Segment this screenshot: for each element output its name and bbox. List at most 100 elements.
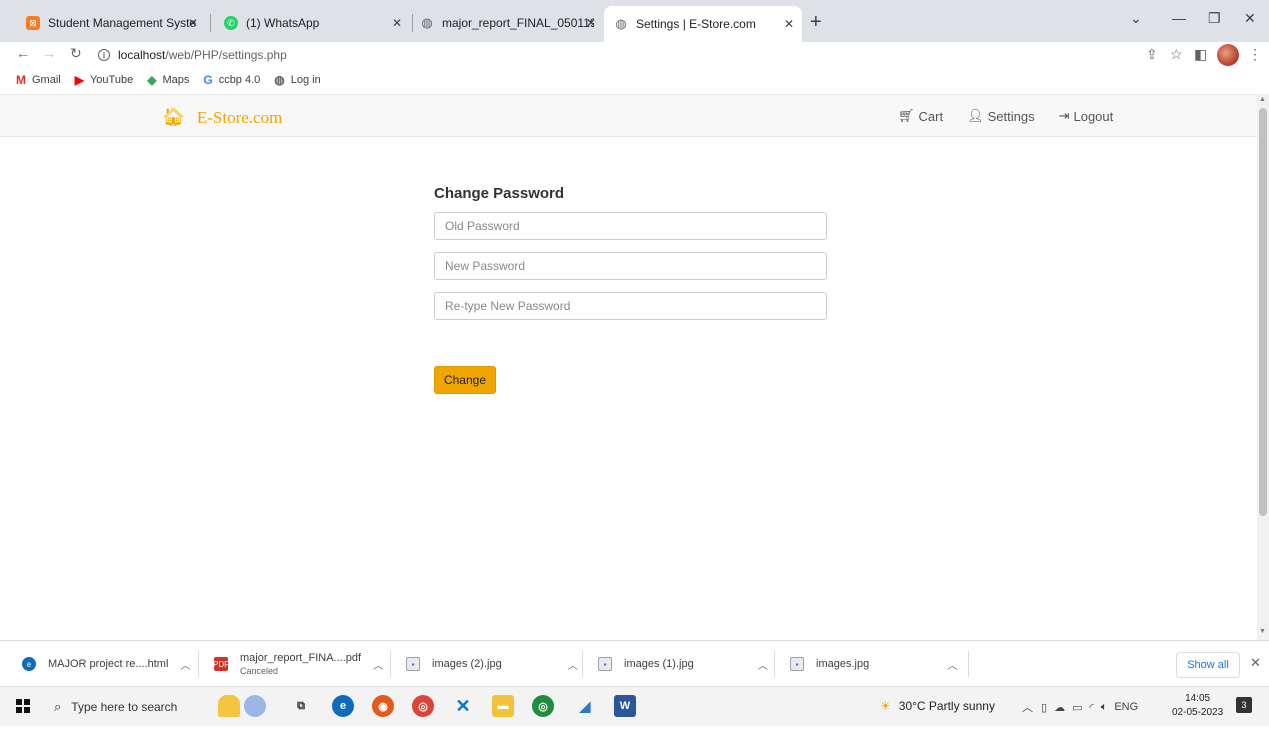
- vscode-icon[interactable]: ✕: [452, 695, 474, 717]
- retype-password-input[interactable]: [434, 292, 827, 320]
- scroll-down-icon[interactable]: ▼: [1259, 628, 1266, 635]
- bookmark-login[interactable]: ◍ Log in: [274, 73, 320, 87]
- profile-avatar[interactable]: [1217, 44, 1239, 66]
- page-viewport: 🏠︎ E-Store.com 🛒︎ Cart 👤︎ Settings ⇥ Log…: [0, 94, 1257, 640]
- scroll-up-icon[interactable]: ▲: [1259, 96, 1266, 103]
- chrome-icon[interactable]: ◎: [412, 695, 434, 717]
- show-all-button[interactable]: Show all: [1176, 652, 1240, 678]
- firefox-icon[interactable]: ◉: [372, 695, 394, 717]
- tab-whatsapp[interactable]: ✆ (1) WhatsApp ✕: [214, 8, 410, 38]
- tab-settings-estore[interactable]: ◍ Settings | E-Store.com ✕: [604, 6, 802, 42]
- back-arrow-icon[interactable]: ←: [16, 45, 30, 61]
- tab-major-report-pdf[interactable]: ◍ major_report_FINAL_050119.pdf ✕: [410, 8, 604, 38]
- nav-settings-link[interactable]: 👤︎ Settings: [967, 108, 1035, 124]
- change-button[interactable]: Change: [434, 366, 496, 394]
- info-icon[interactable]: i: [98, 49, 110, 61]
- old-password-input[interactable]: [434, 212, 827, 240]
- bookmark-star-icon[interactable]: ☆: [1170, 46, 1183, 63]
- brand-link[interactable]: 🏠︎ E-Store.com: [162, 107, 282, 128]
- window-close-button[interactable]: ✕: [1244, 10, 1256, 27]
- edge-icon[interactable]: e: [332, 695, 354, 717]
- notification-icon[interactable]: 3: [1236, 697, 1252, 713]
- site-navbar: 🏠︎ E-Store.com 🛒︎ Cart 👤︎ Settings ⇥ Log…: [0, 95, 1257, 137]
- pdf-icon: PDF: [213, 657, 229, 671]
- widgets-icon[interactable]: [218, 695, 240, 717]
- weather-widget[interactable]: ☀ 30°C Partly sunny: [880, 699, 995, 713]
- tab-title: Settings | E-Store.com: [636, 17, 756, 31]
- file-explorer-icon[interactable]: ▬: [492, 695, 514, 717]
- close-icon[interactable]: ✕: [392, 16, 402, 30]
- chrome-icon[interactable]: ◎: [532, 695, 554, 717]
- browser-tab-strip: ⊠ Student Management System|||D ✕ ✆ (1) …: [0, 0, 1269, 42]
- tab-search-icon[interactable]: ⌄: [1130, 10, 1142, 27]
- new-password-input[interactable]: [434, 252, 827, 280]
- nav-settings-label: Settings: [987, 108, 1035, 124]
- restore-button[interactable]: ❐: [1208, 10, 1221, 27]
- user-icon: 👤︎: [967, 108, 984, 123]
- url-path: /web/PHP/settings.php: [165, 48, 287, 62]
- scroll-thumb[interactable]: [1259, 108, 1267, 516]
- address-bar[interactable]: i localhost /web/PHP/settings.php: [98, 44, 287, 66]
- download-name: MAJOR project re....html: [48, 658, 169, 670]
- download-item[interactable]: ▪ images (2).jpg ︿: [406, 649, 578, 679]
- system-tray[interactable]: ︿ ▯ ☁ ▭ ◜ 🔈︎ ENG: [1022, 699, 1138, 715]
- cloud-icon[interactable]: ☁: [1054, 701, 1065, 714]
- globe-icon: ◍: [421, 15, 433, 30]
- wifi-icon[interactable]: ◜: [1089, 701, 1093, 714]
- close-icon[interactable]: ✕: [188, 16, 198, 30]
- chevron-up-icon[interactable]: ︿: [758, 657, 768, 672]
- bookmark-gmail[interactable]: M Gmail: [16, 73, 61, 87]
- bookmark-maps[interactable]: ◆ Maps: [147, 73, 189, 87]
- chevron-up-icon[interactable]: ︿: [180, 657, 190, 672]
- download-separator: [968, 651, 969, 677]
- nav-links: 🛒︎ Cart 👤︎ Settings ⇥ Logout: [898, 108, 1137, 124]
- download-item[interactable]: e MAJOR project re....html ︿: [22, 649, 190, 679]
- side-panel-icon[interactable]: ◧: [1194, 46, 1207, 63]
- xampp-icon: ⊠: [26, 16, 40, 30]
- bookmarks-bar: M Gmail ▶ YouTube ◆ Maps G ccbp 4.0 ◍ Lo…: [0, 68, 1269, 92]
- forward-arrow-icon[interactable]: →: [42, 45, 56, 61]
- taskbar-search[interactable]: ⌕ Type here to search: [44, 692, 204, 722]
- close-icon[interactable]: ✕: [784, 17, 794, 31]
- reload-icon[interactable]: ↻: [70, 45, 82, 62]
- page-scrollbar[interactable]: ▲ ▼: [1257, 94, 1269, 640]
- google-icon: G: [203, 73, 213, 87]
- image-file-icon: ▪: [406, 657, 420, 671]
- nav-cart-link[interactable]: 🛒︎ Cart: [898, 108, 943, 124]
- app-icon[interactable]: ◢: [574, 695, 596, 717]
- nav-logout-link[interactable]: ⇥ Logout: [1059, 108, 1114, 124]
- chevron-up-icon[interactable]: ︿: [1022, 699, 1033, 715]
- chevron-up-icon[interactable]: ︿: [373, 657, 383, 672]
- cortana-icon[interactable]: [244, 695, 266, 717]
- download-item[interactable]: PDF major_report_FINA....pdf Canceled ︿: [213, 649, 383, 679]
- word-icon[interactable]: W: [614, 695, 636, 717]
- volume-icon[interactable]: 🔈︎: [1101, 701, 1108, 714]
- chevron-up-icon[interactable]: ︿: [947, 657, 957, 672]
- windows-taskbar: ⌕ Type here to search ⧉ e ◉ ◎ ✕ ▬ ◎ ◢ W …: [0, 686, 1269, 726]
- device-icon[interactable]: ▯: [1041, 701, 1047, 714]
- bookmark-label: Gmail: [32, 74, 61, 86]
- chevron-up-icon[interactable]: ︿: [568, 657, 578, 672]
- battery-icon[interactable]: ▭: [1072, 701, 1082, 714]
- globe-icon: ◍: [274, 73, 285, 87]
- tab-student-management[interactable]: ⊠ Student Management System|||D ✕: [16, 8, 206, 38]
- download-separator: [582, 651, 583, 677]
- share-icon[interactable]: ⇪: [1146, 46, 1158, 63]
- menu-kebab-icon[interactable]: ⋮: [1248, 46, 1262, 63]
- close-icon[interactable]: ✕: [1250, 655, 1261, 671]
- bookmark-label: Maps: [162, 74, 190, 86]
- close-icon[interactable]: ✕: [586, 16, 596, 30]
- language-indicator[interactable]: ENG: [1114, 701, 1138, 713]
- new-tab-button[interactable]: +: [810, 12, 822, 32]
- download-name: images.jpg: [816, 658, 870, 670]
- maps-icon: ◆: [147, 73, 157, 87]
- minimize-button[interactable]: —: [1172, 10, 1186, 26]
- bookmark-ccbp[interactable]: G ccbp 4.0: [203, 73, 260, 87]
- taskbar-clock[interactable]: 14:05 02-05-2023: [1172, 692, 1223, 720]
- bookmark-youtube[interactable]: ▶ YouTube: [75, 73, 133, 87]
- windows-start-icon[interactable]: [16, 699, 30, 713]
- taskbar-search-placeholder: Type here to search: [71, 700, 178, 714]
- download-item[interactable]: ▪ images.jpg ︿: [790, 649, 957, 679]
- task-view-icon[interactable]: ⧉: [290, 695, 312, 717]
- download-item[interactable]: ▪ images (1).jpg ︿: [598, 649, 768, 679]
